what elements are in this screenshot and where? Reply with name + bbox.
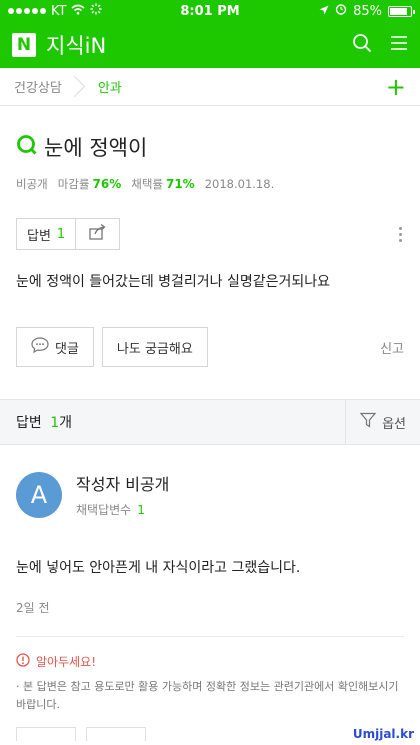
question-meta: 비공개 마감률 76% 채택률 71% 2018.01.18.	[16, 176, 404, 192]
status-right: 85%	[319, 3, 415, 19]
report-link[interactable]: 신고	[380, 338, 404, 357]
comment-icon	[31, 337, 49, 357]
answer-time: 2일 전	[16, 601, 50, 615]
answers-header: 답변 1개 옵션	[0, 399, 420, 445]
answer-author: A 작성자 비공개 채택답변수 1	[16, 471, 404, 518]
answer-body: 눈에 넣어도 안아픈게 내 자식이라고 그랬습니다.	[16, 560, 301, 576]
notice-title: 알아두세요!	[16, 653, 404, 670]
brand-title[interactable]: 지식iN	[46, 30, 106, 60]
breadcrumb-parent[interactable]: 건강상담	[0, 68, 76, 106]
more-options-icon[interactable]	[399, 226, 404, 242]
wifi-icon	[71, 4, 85, 19]
adoption-rate: 채택률 71%	[131, 177, 195, 191]
answer-button[interactable]: 답변 1	[16, 218, 77, 250]
warning-icon	[16, 653, 30, 670]
question-body: 눈에 정액이 들어갔는데 병걸리거나 실명같은거되나요	[16, 274, 331, 290]
notice-text: · 본 답변은 참고 용도로만 활용 가능하며 정확한 정보는 관련기관에서 확…	[16, 680, 399, 711]
question-title-text: 눈에 정액이	[44, 136, 148, 160]
closing-rate: 마감률 76%	[57, 177, 122, 191]
share-icon	[89, 223, 107, 244]
answer-action-button[interactable]	[16, 727, 76, 742]
answer-action-buttons	[16, 727, 404, 742]
question-actions: 답변 1	[16, 218, 404, 250]
question-section: 눈에 정액이 비공개 마감률 76% 채택률 71% 2018.01.18. 답변 1…	[0, 106, 420, 367]
menu-icon[interactable]	[390, 35, 408, 55]
answers-count-label: 답변 1개	[16, 415, 73, 431]
breadcrumb-current[interactable]: 안과	[76, 68, 136, 106]
signal-icon	[8, 8, 46, 14]
curious-button[interactable]: 나도 궁금해요	[101, 327, 208, 367]
breadcrumb: 건강상담 안과 +	[0, 68, 420, 106]
question-title: 눈에 정액이	[16, 132, 404, 162]
author-name: 작성자 비공개	[76, 475, 170, 494]
add-icon[interactable]: +	[372, 73, 420, 101]
filter-icon	[359, 412, 377, 432]
status-bar: KT 8:01 PM 85%	[0, 0, 420, 22]
naver-logo[interactable]: N	[12, 33, 36, 57]
app-header: N 지식iN	[0, 22, 420, 68]
battery-percent: 85%	[353, 3, 382, 19]
header-tools	[352, 33, 408, 57]
status-left: KT	[8, 3, 102, 19]
author-info: 작성자 비공개 채택답변수 1	[76, 471, 169, 518]
question-buttons: 댓글 나도 궁금해요 신고	[16, 327, 404, 367]
question-date: 2018.01.18.	[204, 177, 275, 191]
avatar: A	[16, 471, 62, 518]
comment-button[interactable]: 댓글	[16, 327, 94, 367]
alarm-icon	[335, 3, 347, 19]
answer-section: A 작성자 비공개 채택답변수 1 눈에 넣어도 안아픈게 내 자식이라고 그랬습…	[0, 445, 420, 742]
search-icon[interactable]	[352, 33, 372, 57]
options-button[interactable]: 옵션	[345, 400, 420, 444]
loading-icon	[90, 3, 102, 19]
location-icon	[319, 4, 329, 19]
answer-divider	[16, 636, 404, 637]
share-button[interactable]	[76, 218, 121, 250]
carrier-label: KT	[51, 3, 67, 19]
watermark: Umjjal.kr	[352, 727, 414, 741]
battery-icon	[388, 5, 415, 17]
visibility-label: 비공개	[16, 177, 48, 191]
answer-action-button[interactable]	[86, 727, 146, 742]
adopted-count: 채택답변수 1	[76, 503, 145, 517]
question-q-icon	[16, 134, 38, 161]
